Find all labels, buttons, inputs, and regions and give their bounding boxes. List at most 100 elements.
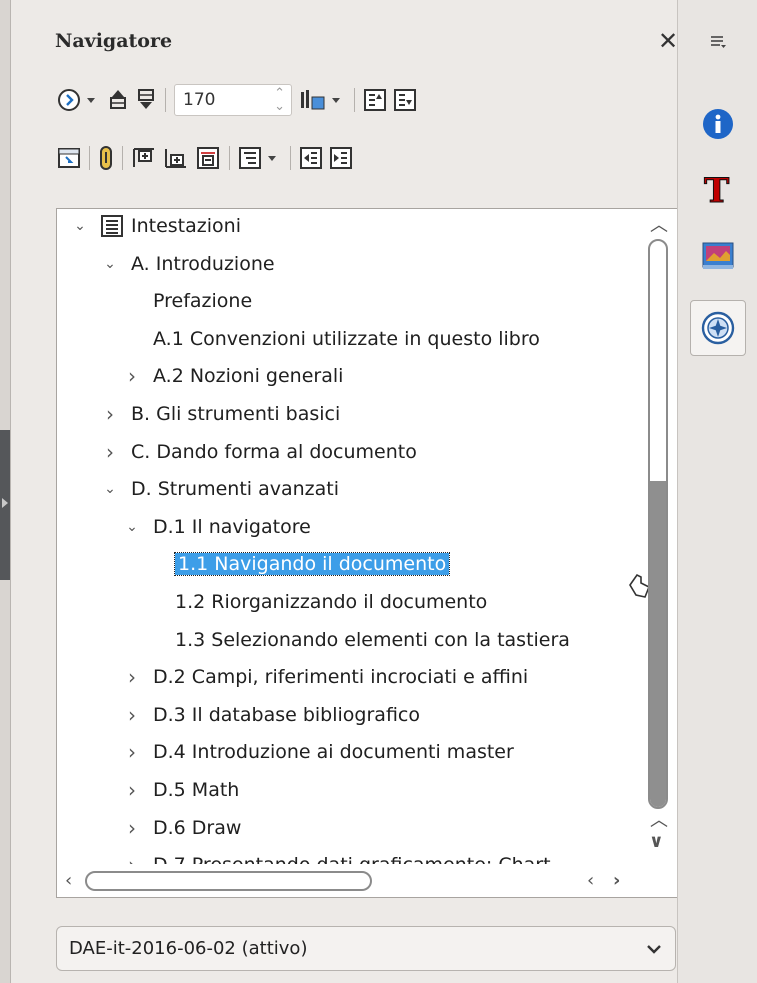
collapse-arrow-icon[interactable]: › [125,665,139,689]
tree-node-label[interactable]: B. Gli strumenti basici [131,403,340,425]
collapse-arrow-icon[interactable]: › [125,816,139,840]
tree-node-label[interactable]: 1.1 Navigando il documento [173,552,451,577]
navigation-circle-icon [58,89,80,111]
tree-node-label[interactable]: D.3 Il database bibliografico [153,704,420,726]
gallery-icon [702,242,734,269]
tree-node-label[interactable]: A.1 Convenzioni utilizzate in questo lib… [153,328,540,350]
tree-node[interactable]: › D.6 Draw [57,813,637,843]
header-icon [133,148,154,167]
list-box-toggle-button[interactable] [57,143,81,173]
demote-level-button[interactable] [329,143,353,173]
expand-arrow-icon[interactable]: ⌄ [125,519,139,535]
vertical-scrollbar[interactable]: ︿ ︿ ∨ [643,209,680,864]
tree-node[interactable]: › D.5 Math [57,775,637,805]
tree-node-label[interactable]: D. Strumenti avanzati [131,478,339,500]
collapse-arrow-icon[interactable]: › [103,402,117,426]
content-tree[interactable]: ⌄ Intestazioni ⌄ A. Introduzione Prefazione A… [56,208,681,898]
tree-node[interactable]: ⌄ A. Introduzione [57,249,637,279]
tree-node-label[interactable]: Prefazione [153,290,252,312]
expand-arrow-icon[interactable]: ⌄ [103,256,117,272]
tree-node-label[interactable]: D.2 Campi, riferimenti incrociati e affi… [153,666,528,688]
scroll-left-icon[interactable]: ‹ [587,870,594,891]
svg-text:T: T [704,171,729,208]
collapse-handle[interactable] [0,430,10,580]
styles-tab[interactable]: T [690,160,746,216]
tree-node-label[interactable]: Intestazioni [131,215,241,237]
heading-levels-button[interactable] [238,143,282,173]
collapse-arrow-icon[interactable]: › [125,364,139,388]
tree-node[interactable]: Prefazione [57,286,637,316]
tree-node[interactable]: › D.4 Introduzione ai documenti master [57,737,637,767]
navigator-tab[interactable] [690,300,746,356]
drag-mode-button[interactable] [298,85,346,115]
expand-arrow-icon[interactable]: ⌄ [73,218,87,234]
tree-node-label[interactable]: A.2 Nozioni generali [153,365,343,387]
horizontal-scrollbar[interactable]: ‹ ‹ › [57,864,680,897]
chevron-down-icon [87,97,95,103]
styles-icon: T [704,171,730,209]
spin-down-icon[interactable]: ⌄ [274,100,285,113]
tree-node-label[interactable]: 1.3 Selezionando elementi con la tastier… [175,629,570,651]
footer-button[interactable] [163,143,189,173]
tree-node[interactable]: 1.3 Selezionando elementi con la tastier… [57,625,637,655]
tree-node[interactable]: 1.2 Riorganizzando il documento [57,587,637,617]
sidebar-collapse-strip[interactable] [0,0,11,983]
next-button[interactable] [135,85,157,115]
tree-node-label[interactable]: D.6 Draw [153,817,241,839]
scroll-left-icon[interactable]: ‹ [65,870,72,891]
scroll-right-icon[interactable]: › [613,870,620,891]
scroll-up-icon[interactable]: ︿ [650,211,668,237]
toolbar-separator [354,88,355,112]
collapse-arrow-icon[interactable]: › [125,703,139,727]
demote-chapter-button[interactable] [393,85,417,115]
promote-chapter-button[interactable] [363,85,387,115]
navigation-button[interactable] [57,85,101,115]
heading-levels-icon [239,147,261,169]
tree-node[interactable]: › C. Dando forma al documento [57,437,637,467]
sidebar-menu-button[interactable] [690,14,746,70]
toolbar-separator [122,146,123,170]
header-button[interactable] [131,143,157,173]
tree-node-label[interactable]: A. Introduzione [131,253,275,275]
tree-node-label[interactable]: 1.2 Riorganizzando il documento [175,591,487,613]
tree-node[interactable]: A.1 Convenzioni utilizzate in questo lib… [57,324,637,354]
promote-level-button[interactable] [299,143,323,173]
anchor-text-button[interactable] [195,143,221,173]
properties-icon [703,109,733,139]
scroll-up-icon[interactable]: ︿ [650,806,668,832]
scroll-down-icon[interactable]: ∨ [649,831,664,852]
close-button[interactable]: ✕ [658,27,678,55]
headings-icon [101,215,123,237]
horizontal-scroll-thumb[interactable] [85,871,372,891]
tree-node[interactable]: › D.2 Campi, riferimenti incrociati e aff… [57,662,637,692]
previous-button[interactable] [107,85,129,115]
chevron-down-icon [647,944,661,954]
demote-chapter-icon [394,89,416,111]
tree-node-label[interactable]: C. Dando forma al documento [131,441,417,463]
panel-title: Navigatore [55,30,173,52]
properties-tab[interactable] [690,96,746,152]
collapse-arrow-icon[interactable]: › [125,778,139,802]
tree-node-label[interactable]: D.4 Introduzione ai documenti master [153,741,514,763]
tree-node-label[interactable]: D.1 Il navigatore [153,516,311,538]
tree-node[interactable]: › D.3 Il database bibliografico [57,700,637,730]
spin-arrows[interactable]: ⌃ ⌄ [274,87,285,113]
chapter-spinbox[interactable]: 170 ⌃ ⌄ [174,84,292,116]
document-selector[interactable]: DAE-it-2016-06-02 (attivo) [56,926,676,971]
tree-node[interactable]: 1.1 Navigando il documento [57,549,637,579]
tree-node[interactable]: ⌄ D. Strumenti avanzati [57,474,637,504]
tree-node[interactable]: ⌄ Intestazioni [57,211,637,241]
collapse-arrow-icon[interactable]: › [103,440,117,464]
chevron-down-icon [268,155,276,161]
set-reminder-button[interactable] [98,143,114,173]
tree-node-label[interactable]: D.5 Math [153,779,239,801]
vertical-scroll-thumb[interactable] [648,239,668,809]
tree-node[interactable]: ⌄ D.1 Il navigatore [57,512,637,542]
expand-arrow-icon[interactable]: ⌄ [103,481,117,497]
tree-node[interactable]: › B. Gli strumenti basici [57,399,637,429]
collapse-arrow-icon[interactable]: › [125,740,139,764]
collapse-arrow-icon [2,498,8,508]
tree-node[interactable]: › A.2 Nozioni generali [57,361,637,391]
gallery-tab[interactable] [690,228,746,284]
menu-icon [711,36,726,48]
